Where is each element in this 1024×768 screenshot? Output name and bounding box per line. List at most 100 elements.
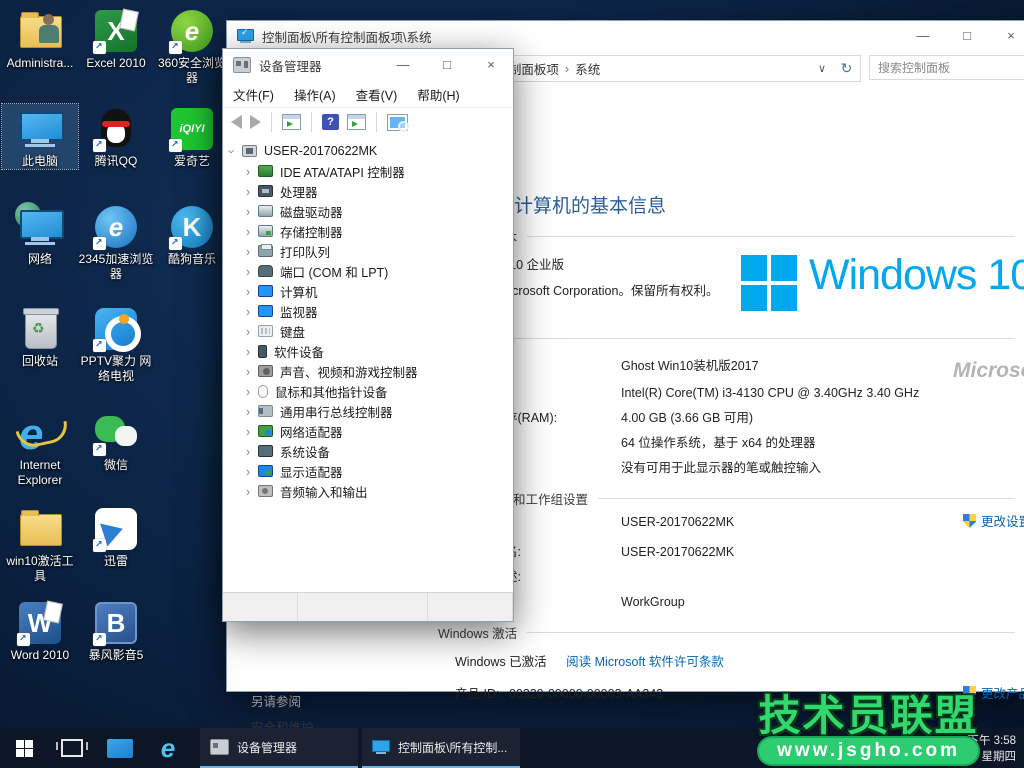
- desktop-icon-baofeng[interactable]: B 暴风影音5: [78, 598, 154, 663]
- close-button[interactable]: ×: [989, 21, 1024, 51]
- chevron-right-icon[interactable]: [241, 304, 255, 319]
- change-settings-link[interactable]: 更改设置: [963, 511, 1024, 530]
- 360-browser-icon: e: [169, 8, 215, 54]
- microsoft-logo: Microsoft: [953, 359, 1024, 383]
- desktop-icon-recycle-bin[interactable]: 回收站: [2, 304, 78, 369]
- desktop-icon-administrator[interactable]: Administra...: [2, 6, 78, 71]
- desktop-icon-kugou[interactable]: K 酷狗音乐: [154, 202, 230, 267]
- chevron-right-icon[interactable]: [241, 464, 255, 479]
- window-title: 设备管理器: [259, 56, 322, 75]
- desktop-icon-2345browser[interactable]: e 2345加速浏览器: [78, 202, 154, 282]
- chevron-right-icon[interactable]: [241, 484, 255, 499]
- chevron-right-icon[interactable]: [241, 204, 255, 219]
- tree-item[interactable]: 磁盘驱动器: [223, 201, 513, 221]
- chevron-right-icon[interactable]: [241, 184, 255, 199]
- desktop-icon-360browser[interactable]: e 360安全浏览器: [154, 6, 230, 86]
- properties-icon[interactable]: [347, 114, 366, 130]
- desktop-icon-qq[interactable]: 腾讯QQ: [78, 104, 154, 169]
- tree-item[interactable]: IDE ATA/ATAPI 控制器: [223, 161, 513, 181]
- tree-item[interactable]: 通用串行总线控制器: [223, 401, 513, 421]
- desktop-icon-label: 网络: [2, 252, 78, 267]
- taskbar-button-device-manager[interactable]: 设备管理器: [200, 728, 358, 768]
- chevron-right-icon[interactable]: [241, 344, 255, 359]
- tree-item[interactable]: 显示适配器: [223, 461, 513, 481]
- tree-item[interactable]: 存储控制器: [223, 221, 513, 241]
- desktop-icon-iqiyi[interactable]: iQIYI 爱奇艺: [154, 104, 230, 169]
- taskbar-button-control-panel[interactable]: 控制面板\所有控制...: [362, 728, 520, 768]
- task-view-button[interactable]: [48, 728, 96, 768]
- excel-icon: X: [93, 8, 139, 54]
- breadcrumb-segment[interactable]: 系统: [575, 59, 600, 78]
- tree-item[interactable]: 打印队列: [223, 241, 513, 261]
- desktop-icon-win10-activator[interactable]: win10激活工具: [2, 504, 78, 584]
- desktop-icon-network[interactable]: 网络: [2, 202, 78, 267]
- back-icon[interactable]: [231, 115, 242, 129]
- desktop-icon-pptv[interactable]: PPTV聚力 网络电视: [78, 304, 154, 384]
- chevron-right-icon[interactable]: [241, 364, 255, 379]
- chevron-down-icon[interactable]: ∨: [818, 62, 826, 75]
- chevron-right-icon[interactable]: [241, 164, 255, 179]
- product-id-label: 产品 ID:: [455, 687, 499, 701]
- chevron-right-icon[interactable]: [241, 384, 255, 399]
- shortcut-arrow-icon: [93, 41, 106, 54]
- tree-item[interactable]: 鼠标和其他指针设备: [223, 381, 513, 401]
- tree-item[interactable]: 软件设备: [223, 341, 513, 361]
- tree-item[interactable]: 处理器: [223, 181, 513, 201]
- show-console-tree-icon[interactable]: [282, 114, 301, 130]
- help-icon[interactable]: ?: [322, 114, 339, 130]
- desktop-icon-wechat[interactable]: 微信: [78, 408, 154, 473]
- chevron-right-icon[interactable]: [241, 404, 255, 419]
- desktop-icon-internet-explorer[interactable]: e Internet Explorer: [2, 408, 78, 488]
- device-manager-window: 设备管理器 — □ × 文件(F) 操作(A) 查看(V) 帮助(H) ? US…: [222, 48, 514, 622]
- tree-item[interactable]: 音频输入和输出: [223, 481, 513, 501]
- tree-root[interactable]: USER-20170622MK: [223, 141, 513, 161]
- watermark-url: www.jsgho.com: [757, 736, 980, 766]
- license-terms-link[interactable]: 阅读 Microsoft 软件许可条款: [566, 655, 724, 669]
- tree-item[interactable]: 声音、视频和游戏控制器: [223, 361, 513, 381]
- desktop-icon-label: Internet Explorer: [2, 458, 78, 488]
- taskbar-app-blue-window[interactable]: [96, 728, 144, 768]
- desktop-icon-this-pc[interactable]: 此电脑: [2, 104, 78, 169]
- desktop-icon-label: 微信: [78, 458, 154, 473]
- menu-file[interactable]: 文件(F): [223, 85, 284, 104]
- desktop-icon-xunlei[interactable]: 迅雷: [78, 504, 154, 569]
- chevron-right-icon[interactable]: [241, 424, 255, 439]
- activation-status-row: Windows 已激活 阅读 Microsoft 软件许可条款: [455, 651, 724, 670]
- tree-item[interactable]: 监视器: [223, 301, 513, 321]
- section-system: 系统: [438, 329, 1015, 348]
- tree-item[interactable]: 端口 (COM 和 LPT): [223, 261, 513, 281]
- statusbar: [223, 592, 513, 621]
- menu-action[interactable]: 操作(A): [284, 85, 346, 104]
- maximize-button[interactable]: □: [945, 21, 989, 51]
- forward-icon[interactable]: [250, 115, 261, 129]
- chevron-right-icon[interactable]: [241, 444, 255, 459]
- software-devices-icon: [258, 345, 267, 358]
- tree-item[interactable]: 网络适配器: [223, 421, 513, 441]
- desktop-icon-excel[interactable]: X Excel 2010: [78, 6, 154, 71]
- desktop-icon-word[interactable]: W Word 2010: [2, 598, 78, 663]
- menu-view[interactable]: 查看(V): [346, 85, 408, 104]
- chevron-right-icon[interactable]: [241, 244, 255, 259]
- chevron-expanded-icon[interactable]: [225, 144, 240, 158]
- refresh-button[interactable]: ↻: [833, 55, 861, 82]
- maximize-button[interactable]: □: [425, 49, 469, 81]
- minimize-button[interactable]: —: [901, 21, 945, 51]
- baofeng-icon: B: [93, 600, 139, 646]
- print-queues-icon: [258, 245, 273, 257]
- chevron-right-icon[interactable]: [241, 324, 255, 339]
- chevron-right-icon[interactable]: [241, 284, 255, 299]
- chevron-right-icon[interactable]: [241, 224, 255, 239]
- start-button[interactable]: [0, 728, 48, 768]
- scan-hardware-icon[interactable]: [387, 114, 408, 131]
- search-input[interactable]: [869, 55, 1024, 80]
- taskbar-app-internet-explorer[interactable]: e: [144, 728, 192, 768]
- close-button[interactable]: ×: [469, 49, 513, 81]
- qq-icon: [93, 106, 139, 152]
- minimize-button[interactable]: —: [381, 49, 425, 81]
- tree-item[interactable]: 计算机: [223, 281, 513, 301]
- tree-item[interactable]: 系统设备: [223, 441, 513, 461]
- menu-help[interactable]: 帮助(H): [407, 85, 469, 104]
- desktop-icon-label: 腾讯QQ: [78, 154, 154, 169]
- tree-item[interactable]: 键盘: [223, 321, 513, 341]
- chevron-right-icon[interactable]: [241, 264, 255, 279]
